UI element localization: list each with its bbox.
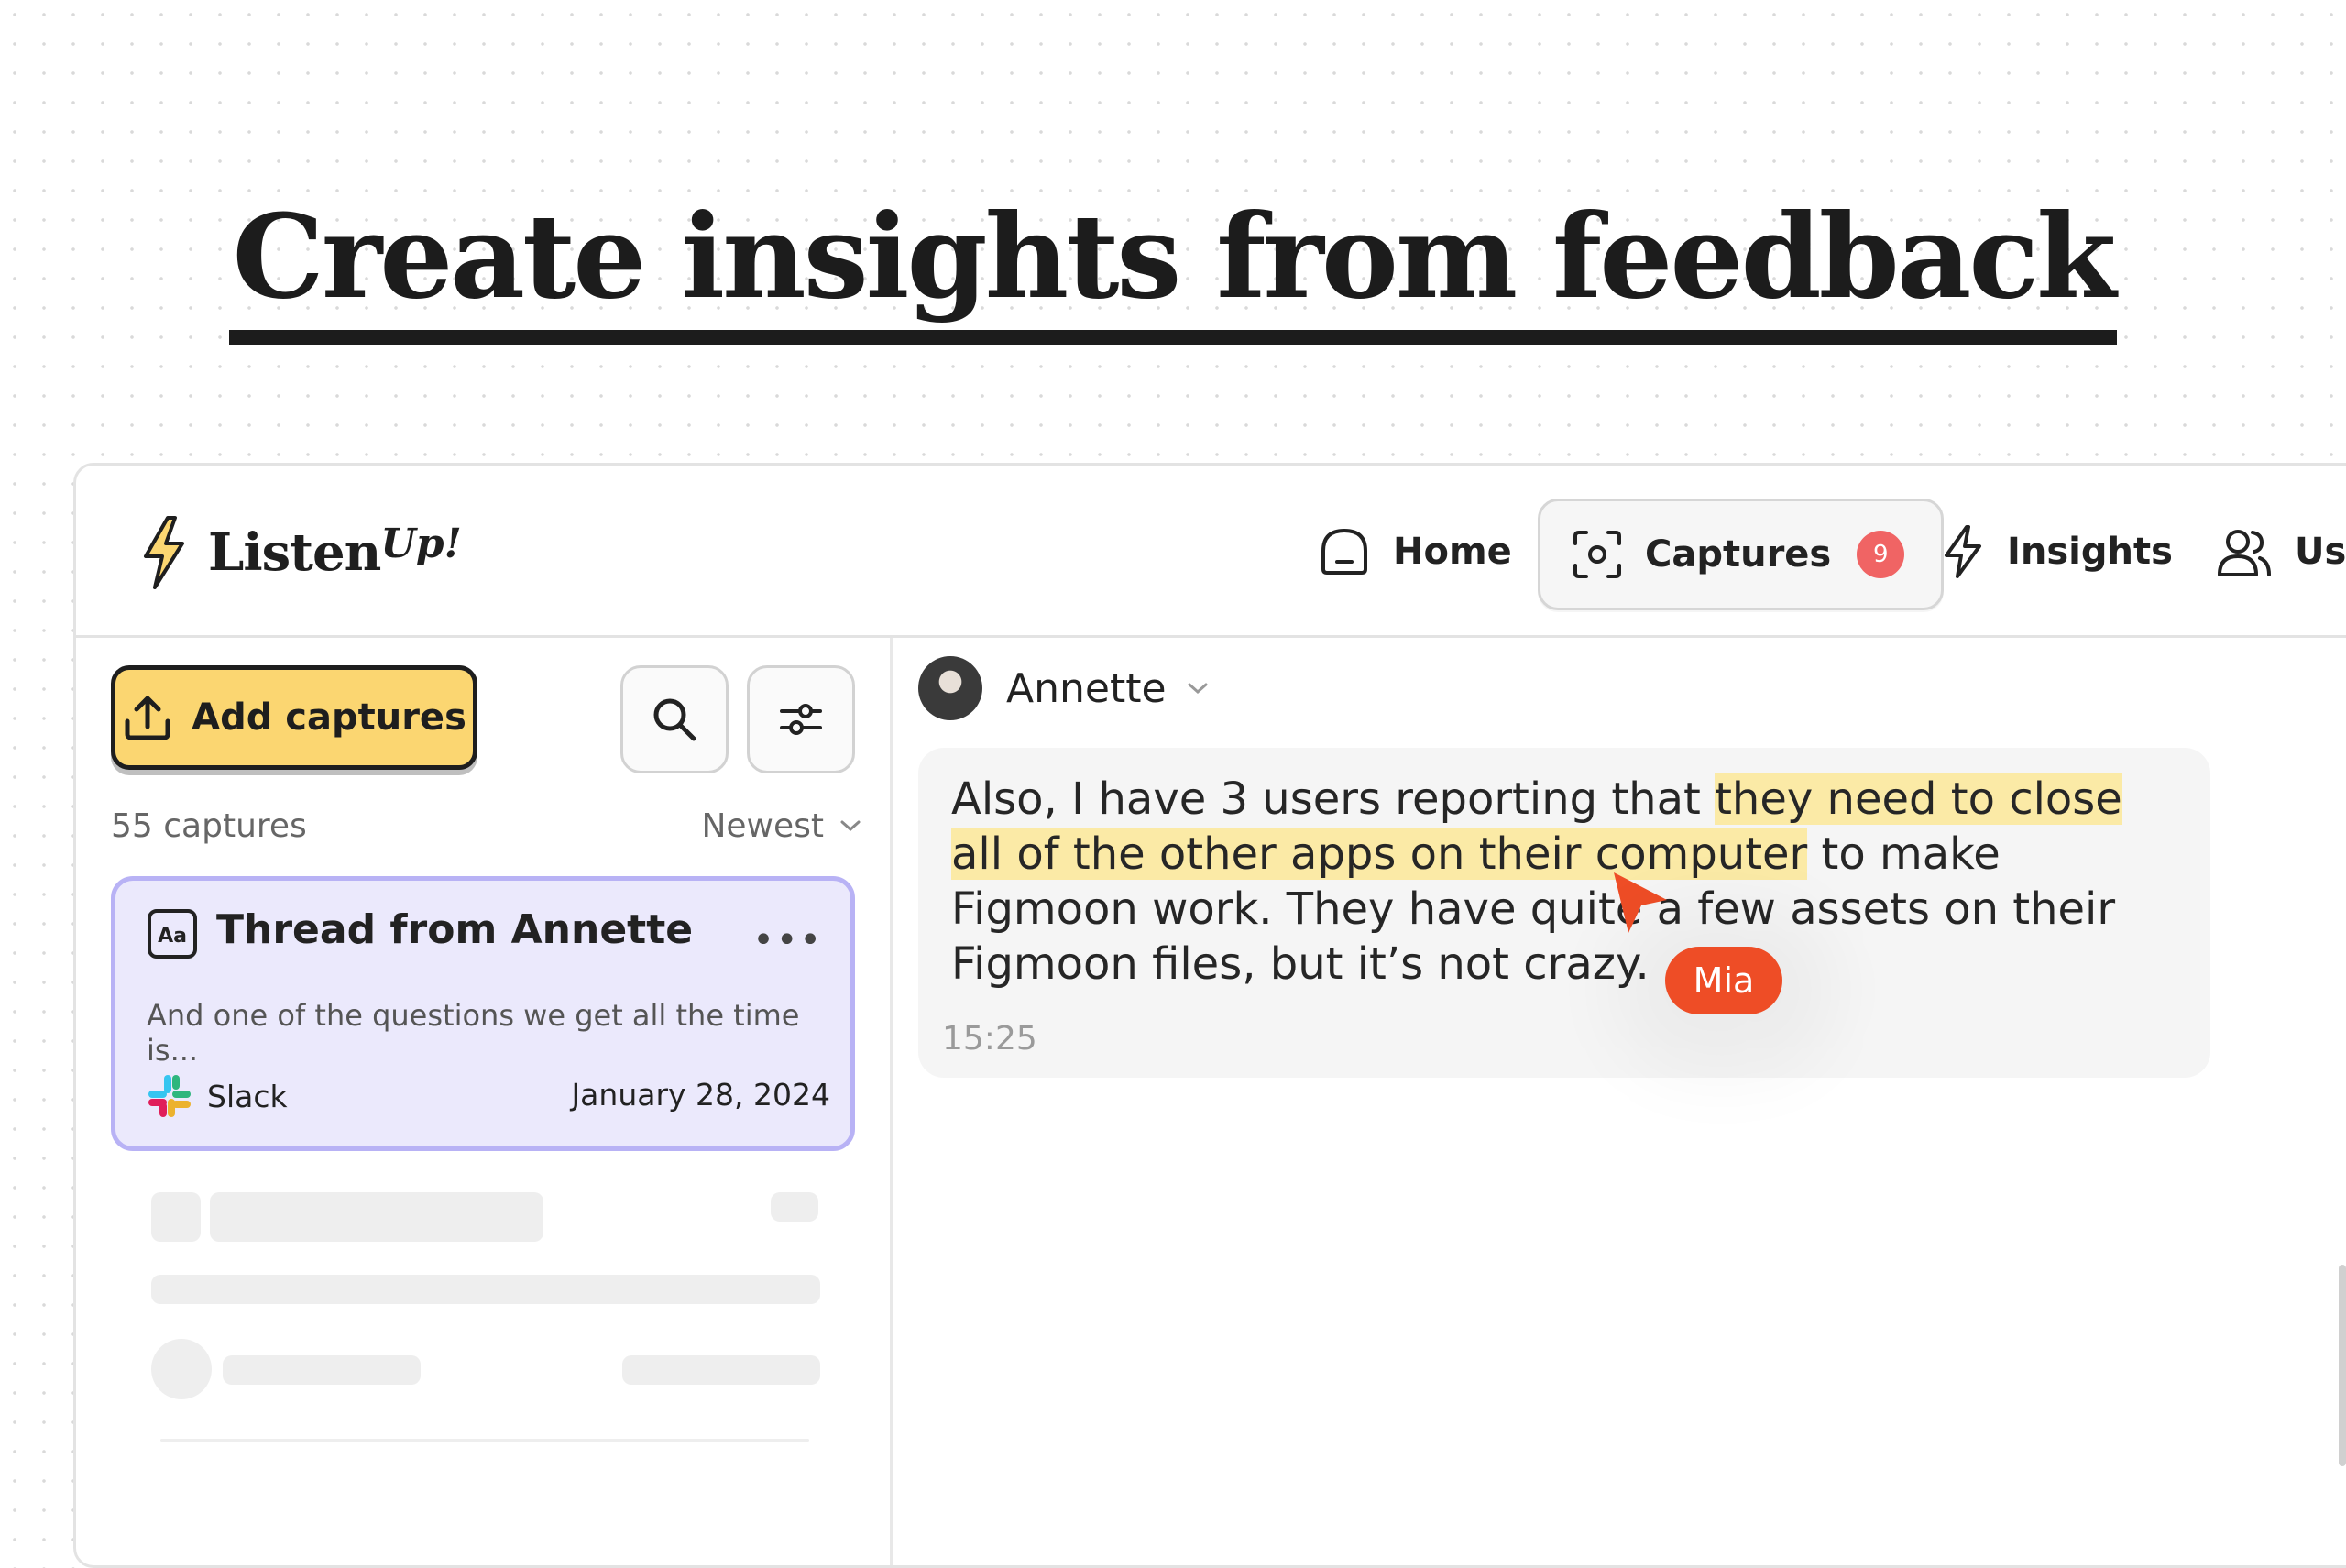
author-name: Annette [1006,664,1167,712]
more-options-icon[interactable]: ••• [752,919,823,961]
text-type-icon: Aa [148,909,197,959]
skeleton-placeholder [210,1192,543,1242]
skeleton-divider [160,1439,809,1442]
avatar [918,656,982,720]
slack-icon [148,1075,191,1117]
app-name: Listen [208,522,381,583]
message-text[interactable]: Also, I have 3 users reporting that they… [951,772,2177,992]
skeleton-placeholder [151,1192,201,1242]
skeleton-placeholder [771,1192,818,1222]
upload-icon [125,696,170,740]
nav-insights[interactable]: Insights [1941,499,2173,605]
capture-title: Thread from Annette [216,906,694,953]
app-name-suffix: Up! [380,520,462,567]
scrollbar[interactable] [2339,1265,2346,1466]
nav-captures[interactable]: Captures 9 [1538,499,1945,610]
captures-sidebar: Add captures 55 captures Newest Aa Threa… [76,638,893,1565]
captures-meta-row: 55 captures Newest [111,803,862,849]
capture-snippet: And one of the questions we get all the … [147,998,800,1068]
message-author[interactable]: Annette [918,656,1211,720]
skeleton-placeholder [622,1355,820,1385]
nav-home-label: Home [1393,531,1512,573]
scan-icon [1573,531,1621,578]
sort-dropdown[interactable]: Newest [701,807,862,845]
chevron-down-icon [840,820,861,832]
nav-captures-label: Captures [1645,533,1832,576]
svg-text:Aa: Aa [158,925,187,948]
message-bubble[interactable]: Also, I have 3 users reporting that they… [918,748,2210,1078]
capture-detail: Annette Also, I have 3 users reporting t… [893,638,2346,1565]
nav-users[interactable]: Users [2216,499,2346,605]
headline-text: Create insights from feedback [228,192,2118,345]
add-captures-button[interactable]: Add captures [111,665,477,770]
search-button[interactable] [620,665,729,773]
search-icon [653,698,696,741]
collaborator-name: Mia [1693,960,1755,1001]
page-headline: Create insights from feedback [0,192,2346,345]
nav-users-label: Users [2295,531,2346,573]
capture-card[interactable]: Aa Thread from Annette ••• And one of th… [111,876,855,1151]
collaborator-name-tag: Mia [1665,947,1782,1014]
lightning-icon [1945,525,1981,578]
captures-count: 55 captures [111,806,307,845]
users-icon [2218,530,2271,576]
skeleton-placeholder [151,1339,212,1399]
add-captures-label: Add captures [192,696,466,739]
message-timestamp: 15:25 [942,1020,1037,1058]
sort-label: Newest [701,806,824,845]
collaborator-cursor-icon [1614,872,1667,933]
skeleton-placeholder [223,1355,421,1385]
nav-home[interactable]: Home [1318,499,1512,605]
chevron-down-icon [1188,683,1208,695]
app-window: Listen Up! Home Captures 9 Insights Us A… [73,463,2346,1568]
home-icon [1321,528,1367,575]
top-navigation: Listen Up! Home Captures 9 Insights Us [76,466,2346,638]
message-text-before: Also, I have 3 users reporting that [951,773,1716,825]
sliders-icon [780,704,822,735]
skeleton-placeholder [151,1275,820,1304]
lightning-logo-icon [144,516,184,589]
nav-insights-label: Insights [2007,531,2173,573]
capture-date: January 28, 2024 [571,1077,830,1113]
capture-source-name: Slack [207,1078,288,1114]
capture-source: Slack [147,1073,288,1119]
app-logo[interactable]: Listen Up! [140,511,462,594]
filter-button[interactable] [747,665,855,773]
captures-count-badge: 9 [1857,531,1905,578]
